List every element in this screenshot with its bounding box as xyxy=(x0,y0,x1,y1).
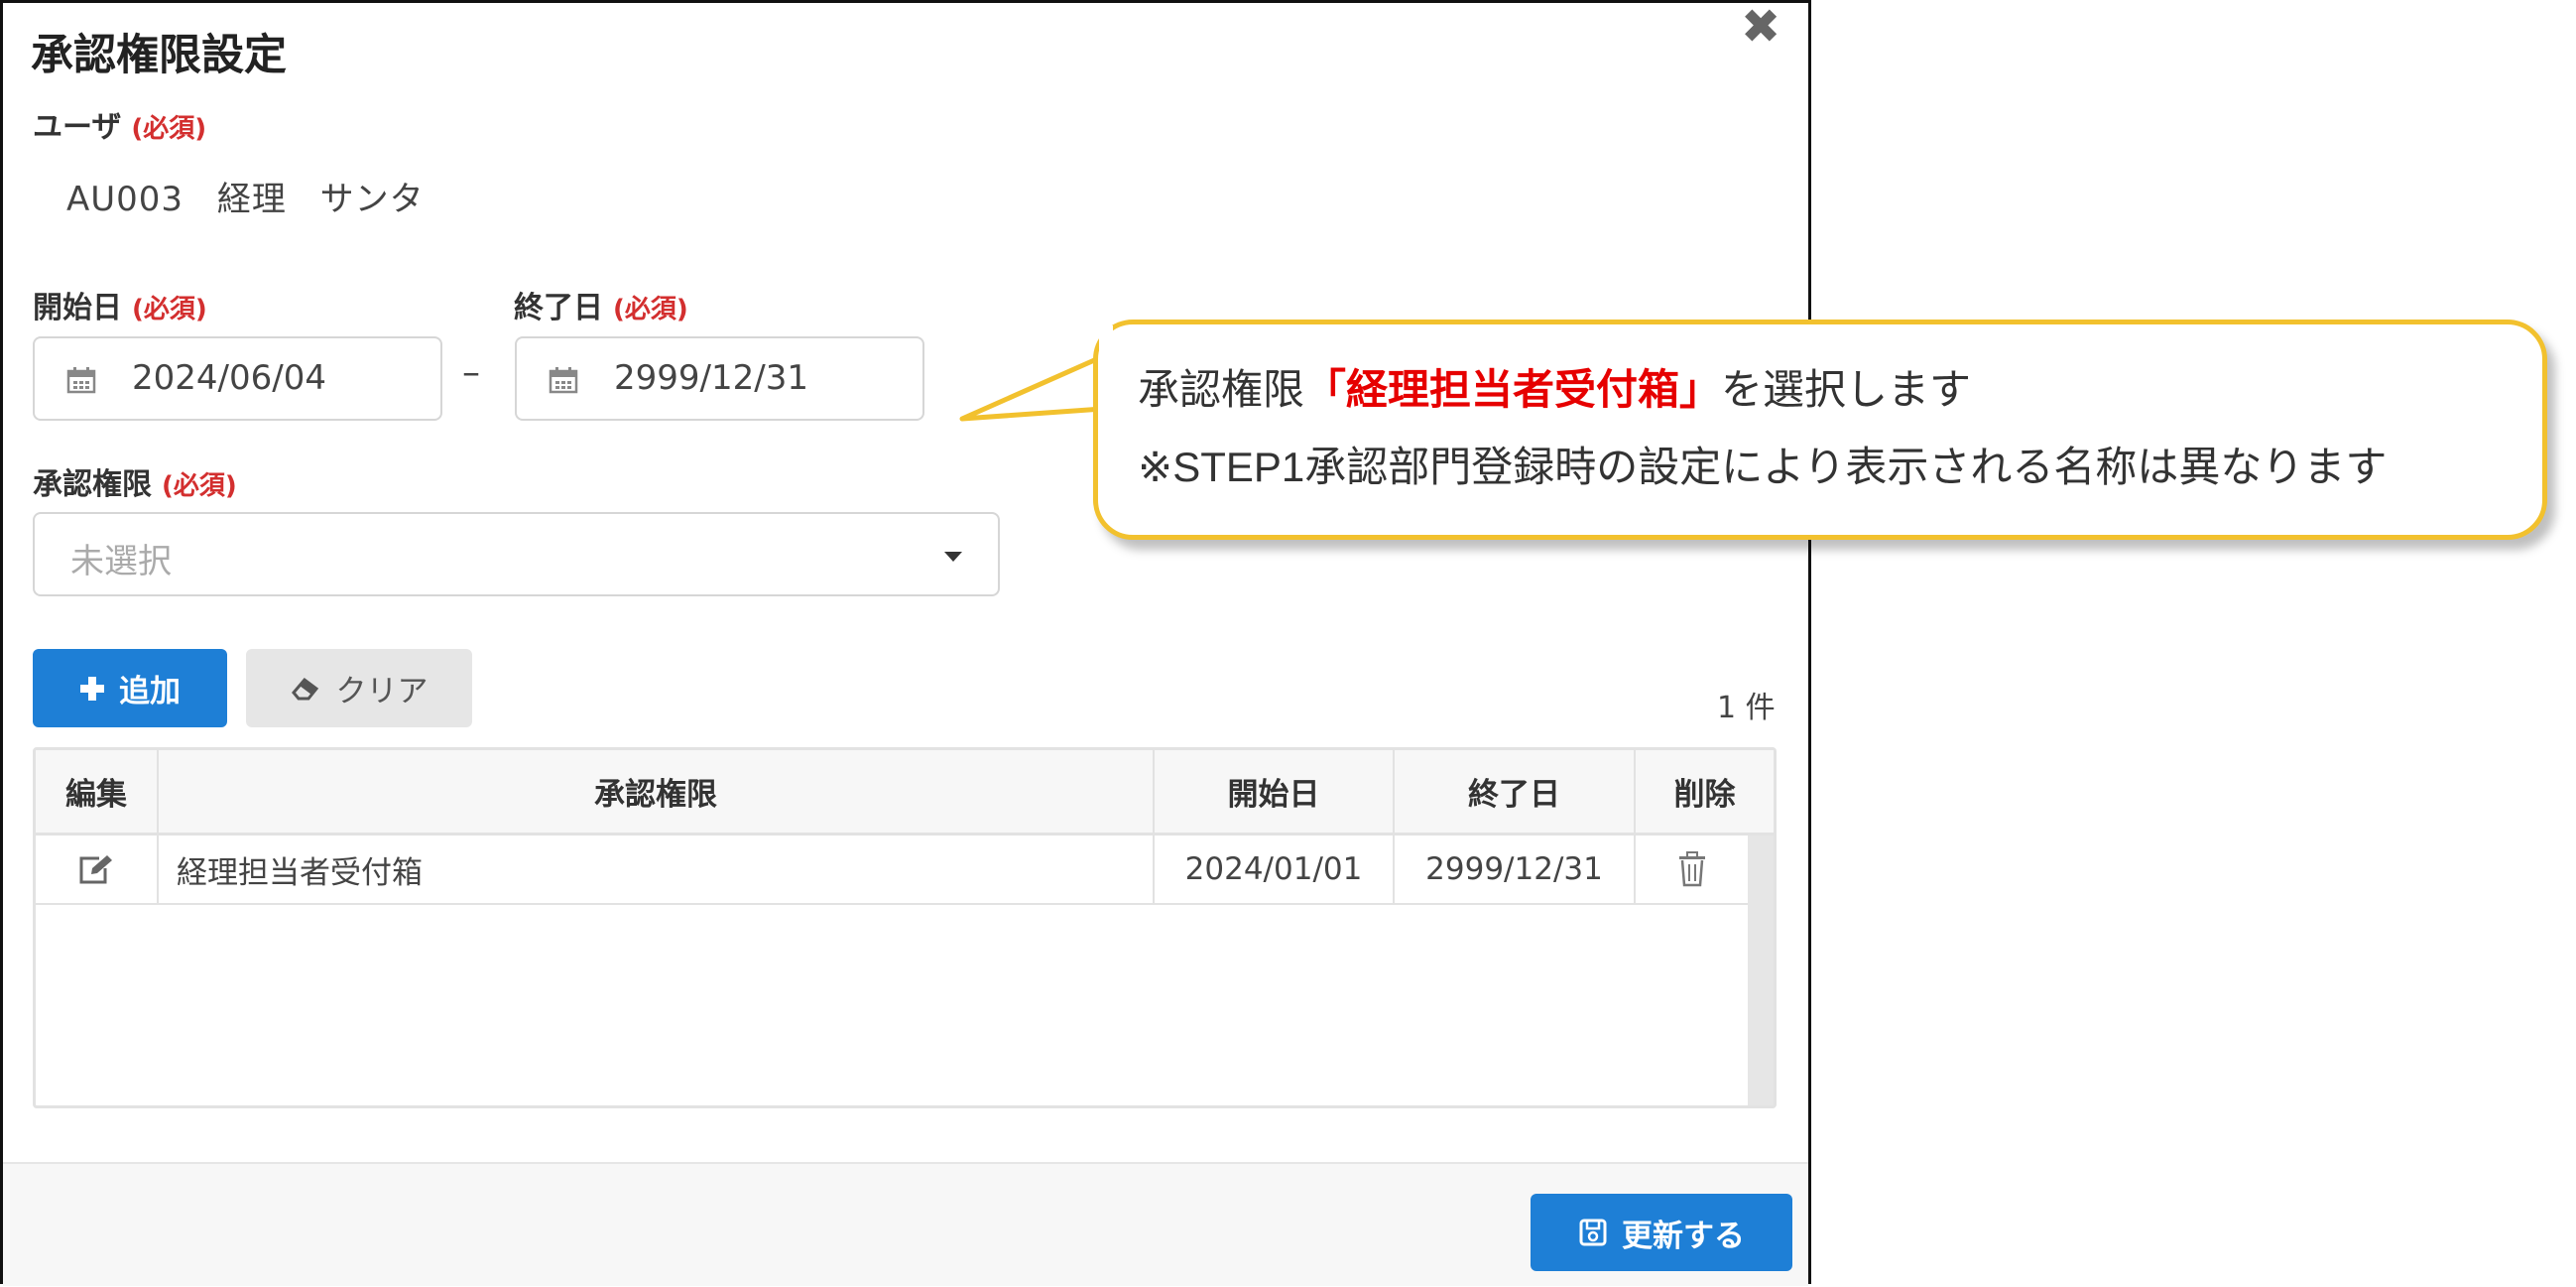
required-mark: (必須) xyxy=(132,295,207,324)
permission-label: 承認権限 xyxy=(33,467,152,502)
permission-label-row: 承認権限 (必須) xyxy=(33,459,237,503)
end-date-value: 2999/12/31 xyxy=(614,358,808,398)
column-header-edit: 編集 xyxy=(36,750,159,833)
start-date-value: 2024/06/04 xyxy=(132,358,326,398)
callout-line-1: 承認権限「経理担当者受付箱」を選択します xyxy=(1138,356,1971,417)
end-date-input[interactable]: 2999/12/31 xyxy=(515,336,924,421)
add-button-label: 追加 xyxy=(119,674,181,709)
calendar-icon xyxy=(66,367,96,394)
table-row: 経理担当者受付箱 2024/01/01 2999/12/31 xyxy=(36,836,1748,905)
column-header-end-date: 終了日 xyxy=(1395,750,1636,833)
date-range-separator: – xyxy=(462,352,480,393)
column-header-start-date: 開始日 xyxy=(1155,750,1395,833)
update-button[interactable]: 更新する xyxy=(1531,1194,1792,1271)
result-count: 1 件 xyxy=(1717,691,1776,725)
column-header-delete: 削除 xyxy=(1673,777,1736,813)
update-button-label: 更新する xyxy=(1622,1218,1745,1254)
save-icon xyxy=(1579,1219,1607,1246)
callout-fill-patch xyxy=(1099,325,1113,484)
plus-icon xyxy=(80,676,104,701)
callout-suffix: を選択します xyxy=(1721,366,1972,413)
callout-prefix: 承認権限 xyxy=(1138,366,1305,413)
start-date-input[interactable]: 2024/06/04 xyxy=(33,336,442,421)
end-date-label: 終了日 xyxy=(514,291,603,325)
required-mark: (必須) xyxy=(613,295,688,324)
user-value: AU003 経理 サンタ xyxy=(66,180,425,219)
edit-cell xyxy=(36,836,159,903)
table-header: 編集 承認権限 開始日 終了日 削除 xyxy=(36,750,1774,836)
start-date-label: 開始日 xyxy=(33,291,122,325)
clear-button[interactable]: クリア xyxy=(246,649,472,727)
edit-icon[interactable] xyxy=(77,852,115,886)
required-mark: (必須) xyxy=(162,471,237,501)
permission-select[interactable]: 未選択 xyxy=(33,512,1000,596)
approval-permission-dialog: 承認権限設定 ✖ ユーザ (必須) AU003 経理 サンタ 開始日 (必須) 終了… xyxy=(0,0,1811,1286)
user-label: ユーザ xyxy=(33,110,122,145)
add-button[interactable]: 追加 xyxy=(33,649,227,727)
calendar-icon xyxy=(549,367,578,394)
callout-highlight: 「経理担当者受付箱」 xyxy=(1304,366,1722,413)
user-label-row: ユーザ (必須) xyxy=(33,102,206,146)
required-mark: (必須) xyxy=(131,114,207,144)
permission-select-placeholder: 未選択 xyxy=(70,542,172,581)
dialog-title: 承認権限設定 xyxy=(31,31,287,80)
delete-cell xyxy=(1636,836,1748,903)
trash-icon[interactable] xyxy=(1677,851,1707,887)
end-date-label-row: 終了日 (必須) xyxy=(514,283,688,326)
table-scrollbar[interactable] xyxy=(1748,836,1774,1105)
end-date-cell: 2999/12/31 xyxy=(1395,836,1636,903)
permission-cell: 経理担当者受付箱 xyxy=(159,836,1155,903)
start-date-cell: 2024/01/01 xyxy=(1155,836,1395,903)
annotation-callout: 承認権限「経理担当者受付箱」を選択します ※STEP1承認部門登録時の設定により… xyxy=(1093,320,2547,540)
eraser-icon xyxy=(291,677,318,700)
start-date-label-row: 開始日 (必須) xyxy=(33,283,207,326)
clear-button-label: クリア xyxy=(335,674,429,709)
column-header-permission: 承認権限 xyxy=(159,750,1155,833)
callout-line-2: ※STEP1承認部門登録時の設定により表示される名称は異なります xyxy=(1138,444,2388,490)
caret-down-icon xyxy=(944,552,962,562)
close-icon[interactable]: ✖ xyxy=(1741,3,1780,51)
